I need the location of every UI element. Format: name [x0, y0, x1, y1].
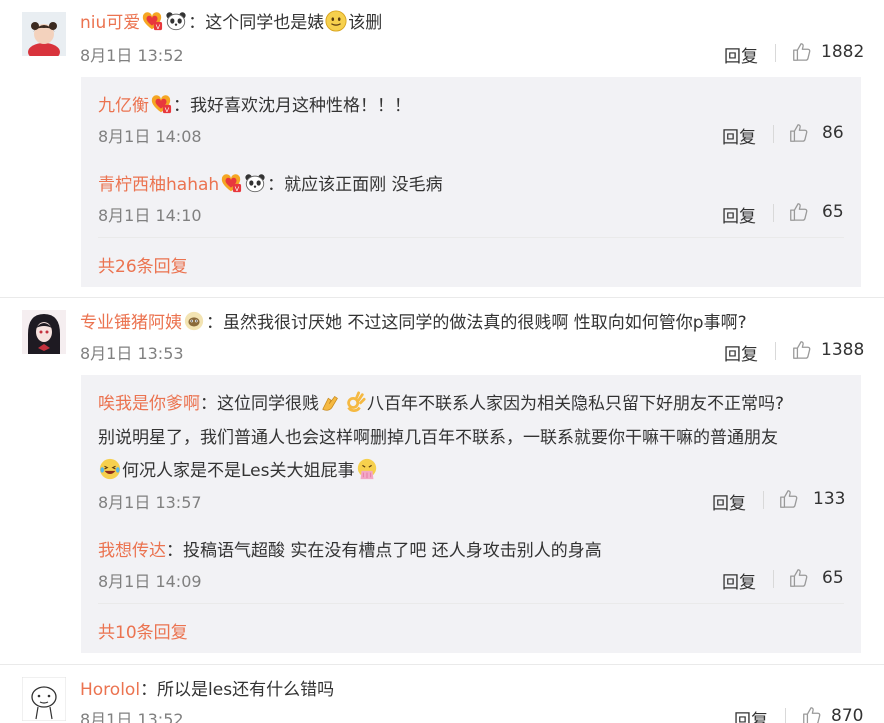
like-count: 86: [822, 123, 844, 143]
sheep-icon: [183, 310, 205, 332]
reply-username[interactable]: 青柠西柚hahah: [98, 175, 219, 195]
comment-username[interactable]: Horolol: [80, 680, 140, 700]
divider: [773, 570, 774, 588]
reply-text-line: 何况人家是不是Les关大姐屁事: [98, 456, 379, 481]
comment-time: 8月1日 13:53: [80, 344, 184, 363]
reply-button[interactable]: 回复: [722, 202, 756, 227]
reply-username[interactable]: 九亿衡: [98, 96, 149, 116]
comment-line: niu可爱 ：这个同学也是婊 该删: [80, 8, 382, 33]
more-replies-link[interactable]: 共26条回复: [98, 252, 188, 277]
divider: [775, 342, 776, 360]
divider: [773, 204, 774, 222]
like-count: 870: [831, 706, 864, 723]
reply-button[interactable]: 回复: [734, 706, 768, 723]
reply-button[interactable]: 回复: [724, 340, 758, 365]
heart-badge-icon: [150, 93, 172, 115]
reply-text-end: 何况人家是不是Les关大姐屁事: [122, 461, 355, 481]
comment-time: 8月1日 13:52: [80, 710, 184, 723]
like-count: 133: [813, 489, 846, 509]
thumb-up-icon[interactable]: [778, 488, 800, 510]
reply-text: ：我好喜欢沈月这种性格！！！: [173, 96, 411, 116]
reply-button[interactable]: 回复: [712, 489, 746, 514]
comment-text: ：这个同学也是婊: [188, 13, 325, 33]
thumb-up-icon[interactable]: [788, 122, 810, 144]
reply-time: 8月1日 14:10: [98, 206, 202, 225]
reply-button[interactable]: 回复: [722, 568, 756, 593]
reply-text-line: 别说明星了，我们普通人也会这样啊删掉几百年不联系，一联系就要你干嘛干嘛的普通朋友: [98, 428, 778, 448]
thumb-up-icon[interactable]: [788, 201, 810, 223]
vomit-icon: [356, 458, 378, 480]
like-count: 1882: [821, 42, 865, 62]
avatar[interactable]: [22, 677, 66, 721]
like-count: 1388: [821, 340, 865, 360]
heart-badge-icon: [220, 172, 242, 194]
avatar-image: [22, 310, 66, 354]
thumb-up-icon[interactable]: [801, 705, 823, 723]
panda-icon: [165, 10, 187, 32]
sub-replies-box: [81, 375, 861, 653]
divider: [98, 603, 844, 604]
comment-time: 8月1日 13:52: [80, 46, 184, 65]
reply-text-cont: 八百年不联系人家因为相关隐私只留下好朋友不正常吗?: [367, 394, 785, 414]
reply-button[interactable]: 回复: [722, 123, 756, 148]
thumb-up-icon[interactable]: [791, 41, 813, 63]
more-replies-link[interactable]: 共10条回复: [98, 618, 188, 643]
reply-username[interactable]: 我想传达: [98, 541, 166, 561]
comment-separator: [0, 297, 884, 298]
thumb-up-icon[interactable]: [791, 339, 813, 361]
comment-separator: [0, 664, 884, 665]
reply-time: 8月1日 13:57: [98, 493, 202, 512]
comment-line: Horolol：所以是les还有什么错吗: [80, 675, 334, 700]
avatar-image: [22, 12, 66, 56]
avatar[interactable]: [22, 310, 66, 354]
smiley-icon: [325, 10, 347, 32]
comment-username[interactable]: niu可爱: [80, 13, 140, 33]
comment-text-end: 该删: [348, 13, 383, 33]
reply-line: 青柠西柚hahah ：就应该正面刚 没毛病: [98, 170, 443, 195]
reply-button[interactable]: 回复: [724, 42, 758, 67]
reply-text: ：就应该正面刚 没毛病: [267, 175, 443, 195]
avatar[interactable]: [22, 12, 66, 56]
reply-time: 8月1日 14:08: [98, 127, 202, 146]
laugh-cry-icon: [99, 458, 121, 480]
thumb-up-icon[interactable]: [788, 567, 810, 589]
heart-badge-icon: [141, 10, 163, 32]
reply-text: ：投稿语气超酸 实在没有槽点了吧 还人身攻击别人的身高: [166, 541, 602, 561]
comment-text: ：所以是les还有什么错吗: [140, 680, 335, 700]
reply-text: ：这位同学很贱: [200, 394, 319, 414]
comment-line: 专业锤猪阿姨 ：虽然我很讨厌她 不过这同学的做法真的很贱啊 性取向如何管你p事啊?: [80, 308, 747, 333]
divider: [763, 491, 764, 509]
avatar-image: [22, 677, 66, 721]
panda-icon: [244, 172, 266, 194]
reply-line: 九亿衡 ：我好喜欢沈月这种性格！！！: [98, 91, 411, 116]
comment-text: ：虽然我很讨厌她 不过这同学的做法真的很贱啊 性取向如何管你p事啊?: [206, 313, 747, 333]
like-count: 65: [822, 568, 844, 588]
reply-line: 唉我是你爹啊：这位同学很贱 八百年不联系人家因为相关隐私只留下好朋友不正常吗?: [98, 389, 784, 414]
ok-hand-icon: [344, 391, 366, 413]
divider: [773, 125, 774, 143]
reply-line: 我想传达：投稿语气超酸 实在没有槽点了吧 还人身攻击别人的身高: [98, 536, 602, 561]
comment-username[interactable]: 专业锤猪阿姨: [80, 313, 182, 333]
divider: [98, 237, 844, 238]
divider: [775, 44, 776, 62]
reply-time: 8月1日 14:09: [98, 572, 202, 591]
like-count: 65: [822, 202, 844, 222]
divider: [785, 708, 786, 723]
reply-username[interactable]: 唉我是你爹啊: [98, 394, 200, 414]
clap-icon: [320, 391, 342, 413]
